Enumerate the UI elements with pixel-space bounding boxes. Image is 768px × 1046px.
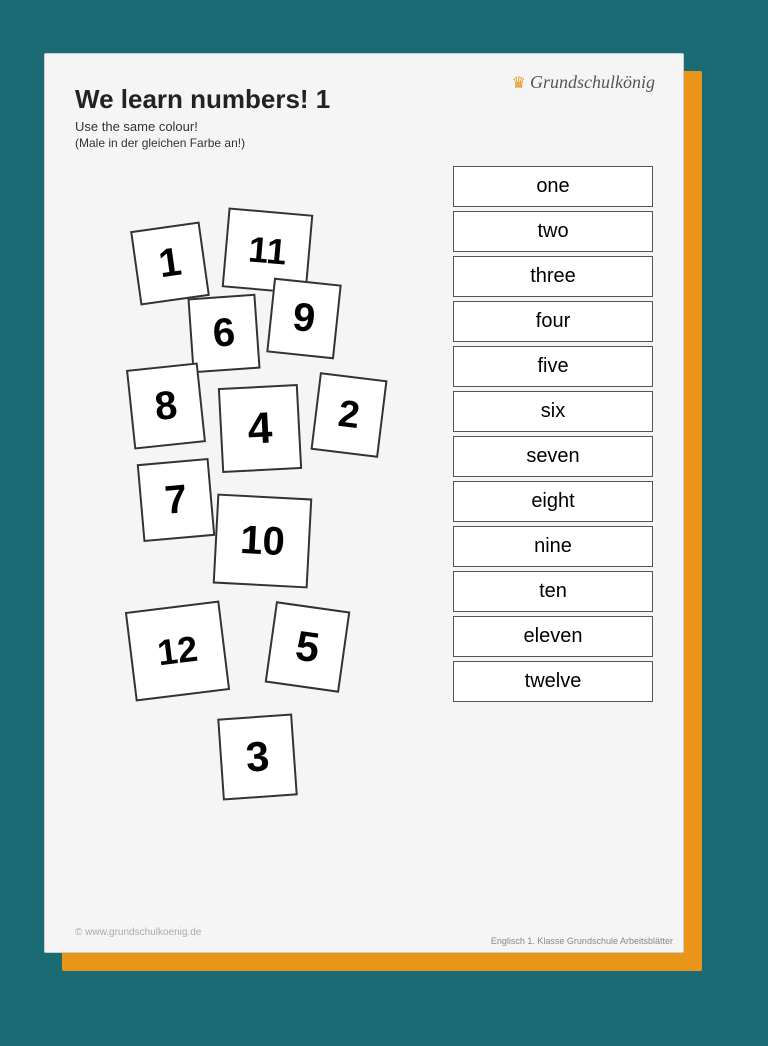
number-card: 6 bbox=[187, 294, 260, 374]
footer-text: © www.grundschulkoenig.de bbox=[75, 927, 201, 938]
number-card: 4 bbox=[218, 384, 302, 473]
word-box: eight bbox=[453, 481, 653, 522]
word-box: five bbox=[453, 346, 653, 387]
word-box: one bbox=[453, 166, 653, 207]
number-card: 2 bbox=[311, 372, 388, 458]
subtitle: Use the same colour! bbox=[75, 119, 653, 134]
number-card: 9 bbox=[266, 278, 341, 360]
word-box: six bbox=[453, 391, 653, 432]
worksheet: ♛ Grundschulkönig We learn numbers! 1 Us… bbox=[44, 53, 684, 953]
content-area: 111698427101253 onetwothreefourfivesixse… bbox=[75, 166, 653, 846]
words-area: onetwothreefourfivesixseveneightninetene… bbox=[453, 166, 653, 846]
crown-icon: ♛ bbox=[512, 73, 526, 93]
word-box: two bbox=[453, 211, 653, 252]
outer-container: ♛ Grundschulkönig We learn numbers! 1 Us… bbox=[44, 53, 724, 993]
word-box: nine bbox=[453, 526, 653, 567]
number-card: 5 bbox=[265, 601, 351, 693]
word-box: ten bbox=[453, 571, 653, 612]
word-box: seven bbox=[453, 436, 653, 477]
title-section: We learn numbers! 1 Use the same colour!… bbox=[75, 84, 653, 150]
number-card: 8 bbox=[126, 362, 206, 449]
word-box: three bbox=[453, 256, 653, 297]
number-card: 10 bbox=[213, 494, 313, 589]
word-box: twelve bbox=[453, 661, 653, 702]
subtitle-de: (Male in der gleichen Farbe an!) bbox=[75, 136, 653, 150]
number-card: 12 bbox=[125, 601, 230, 702]
number-card: 1 bbox=[130, 221, 210, 305]
bottom-label: Englisch 1. Klasse Grundschule Arbeitsbl… bbox=[491, 936, 673, 946]
number-card: 3 bbox=[217, 713, 298, 800]
number-card: 7 bbox=[137, 458, 216, 542]
numbers-area: 111698427101253 bbox=[75, 166, 433, 846]
word-box: four bbox=[453, 301, 653, 342]
brand-logo: ♛ Grundschulkönig bbox=[512, 72, 655, 93]
brand-name: Grundschulkönig bbox=[530, 72, 655, 93]
word-box: eleven bbox=[453, 616, 653, 657]
